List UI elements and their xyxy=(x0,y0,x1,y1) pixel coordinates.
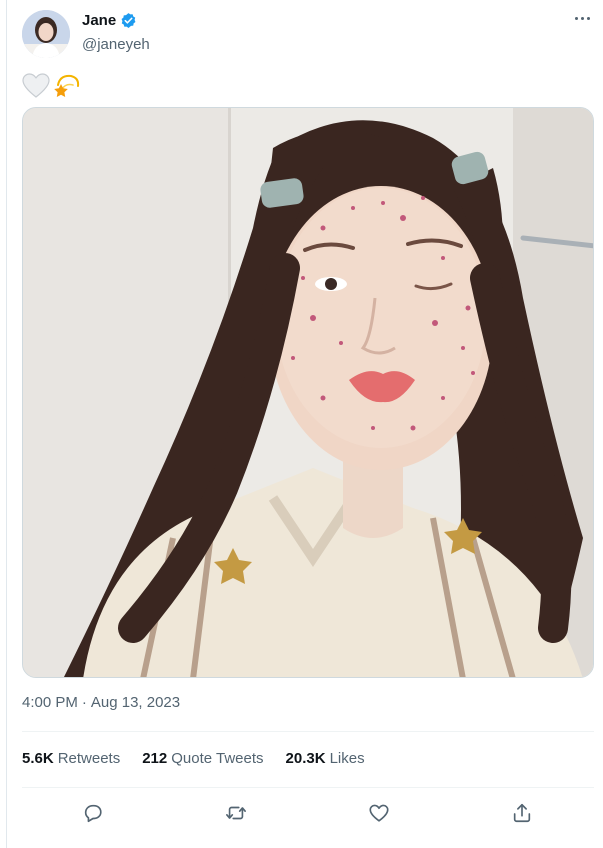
dizzy-star-icon xyxy=(52,73,80,99)
divider xyxy=(22,787,594,788)
tweet-time: 4:00 PM xyxy=(22,694,78,711)
retweet-button[interactable] xyxy=(221,798,251,828)
share-button[interactable] xyxy=(507,798,537,828)
tweet-date: Aug 13, 2023 xyxy=(90,694,181,711)
tweet-stats: 5.6K Retweets 212 Quote Tweets 20.3K Lik… xyxy=(22,750,365,767)
likes-label: Likes xyxy=(329,750,365,767)
quote-tweets-count: 212 xyxy=(142,750,168,767)
white-heart-icon xyxy=(22,73,50,99)
quote-tweets-label: Quote Tweets xyxy=(171,750,264,767)
retweet-icon xyxy=(226,806,246,820)
share-icon xyxy=(513,803,531,823)
verified-badge-icon xyxy=(120,12,137,29)
retweets-stat[interactable]: 5.6K Retweets xyxy=(22,750,120,767)
tweet-actions xyxy=(22,798,594,828)
author-name-row: Jane xyxy=(82,12,137,29)
tweet-text xyxy=(22,71,80,101)
timeline-border xyxy=(6,0,7,848)
likes-stat[interactable]: 20.3K Likes xyxy=(286,750,365,767)
divider xyxy=(22,731,594,732)
like-icon xyxy=(369,804,389,822)
reply-button[interactable] xyxy=(78,798,108,828)
more-dot-icon xyxy=(586,16,590,20)
retweets-label: Retweets xyxy=(57,750,121,767)
tweet-header: Jane @janeyeh xyxy=(22,8,594,60)
more-dot-icon xyxy=(574,16,578,20)
likes-count: 20.3K xyxy=(285,750,326,767)
timestamp-separator: · xyxy=(81,694,87,711)
more-options-button[interactable] xyxy=(570,8,594,28)
reply-icon xyxy=(84,804,102,823)
quote-tweets-stat[interactable]: 212 Quote Tweets xyxy=(142,750,263,767)
author-handle[interactable]: @janeyeh xyxy=(82,36,150,53)
tweet-timestamp[interactable]: 4:00 PM · Aug 13, 2023 xyxy=(22,694,180,711)
avatar[interactable] xyxy=(22,10,70,58)
author-name[interactable]: Jane xyxy=(82,12,116,29)
more-dot-icon xyxy=(580,16,584,20)
tweet-photo[interactable] xyxy=(22,107,594,678)
retweets-count: 5.6K xyxy=(22,750,54,767)
like-button[interactable] xyxy=(364,798,394,828)
